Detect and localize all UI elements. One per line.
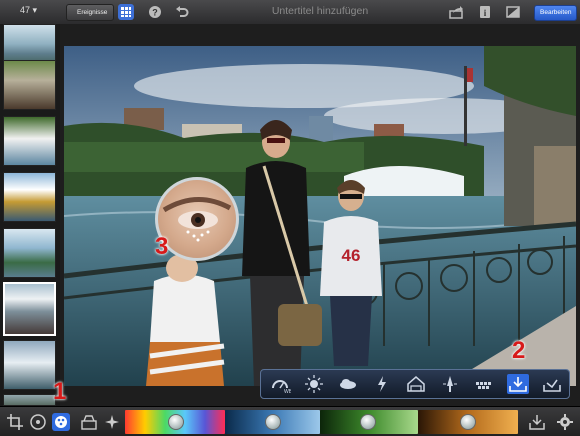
thumbnail[interactable] (3, 116, 56, 166)
saturate-brush-icon[interactable] (371, 374, 393, 394)
jersey-number: 46 (342, 246, 361, 265)
share-tool-icon[interactable] (528, 413, 546, 431)
back-to-events-button[interactable]: Ereignisse (66, 4, 115, 21)
main-photo[interactable]: 46 (64, 46, 576, 386)
settings-icon[interactable] (556, 413, 574, 431)
darken-brush-icon[interactable] (337, 374, 359, 394)
sharpen-brush-icon[interactable] (439, 374, 461, 394)
desaturate-brush-icon[interactable] (405, 374, 427, 394)
caption-field[interactable]: Untertitel hinzufügen (250, 5, 390, 17)
top-toolbar: 47 ▾ Ereignisse ? Untertitel hinzufügen … (0, 0, 580, 25)
compare-icon[interactable] (505, 4, 521, 20)
callout-number-one: 1 (53, 378, 67, 405)
straighten-icon[interactable] (29, 413, 47, 431)
thumbnail[interactable] (3, 340, 56, 390)
photo-count-dropdown[interactable]: 47 ▾ (20, 5, 37, 16)
brushes-popover: WB (260, 369, 570, 399)
repair-brush-icon[interactable] (507, 374, 529, 394)
grid-icon[interactable] (118, 4, 134, 20)
exposure-slider[interactable] (125, 410, 225, 434)
callout-number-three: 3 (155, 233, 169, 260)
tool-tray-icon[interactable] (541, 374, 563, 394)
share-icon[interactable] (448, 4, 464, 20)
crop-icon[interactable] (6, 413, 24, 431)
warmth-slider[interactable] (418, 410, 518, 434)
filmstrip[interactable] (0, 24, 60, 406)
soften-brush-icon[interactable] (473, 374, 495, 394)
info-icon[interactable]: i (477, 4, 493, 20)
thumbnail-selected[interactable] (3, 282, 56, 336)
svg-text:WB: WB (284, 389, 291, 394)
lighten-brush-icon[interactable] (303, 374, 325, 394)
color-slider[interactable] (225, 410, 320, 434)
callout-number-two: 2 (512, 337, 526, 364)
help-icon[interactable]: ? (147, 4, 163, 20)
edit-button[interactable]: Bearbeiten (534, 5, 578, 21)
thumbnail[interactable] (3, 60, 56, 110)
white-balance-brush-icon[interactable]: WB (269, 374, 293, 395)
undo-icon[interactable] (174, 4, 190, 20)
svg-text:?: ? (152, 8, 158, 18)
bottom-toolbar (0, 406, 580, 436)
effects-icon[interactable] (80, 413, 98, 431)
edit-canvas: 46 (60, 24, 580, 406)
thumbnail[interactable] (3, 394, 56, 406)
thumbnail[interactable] (3, 172, 56, 222)
brushes-icon[interactable] (52, 413, 70, 431)
saturation-slider[interactable] (320, 410, 418, 434)
sparkle-icon[interactable] (103, 413, 121, 431)
thumbnail[interactable] (3, 228, 56, 278)
